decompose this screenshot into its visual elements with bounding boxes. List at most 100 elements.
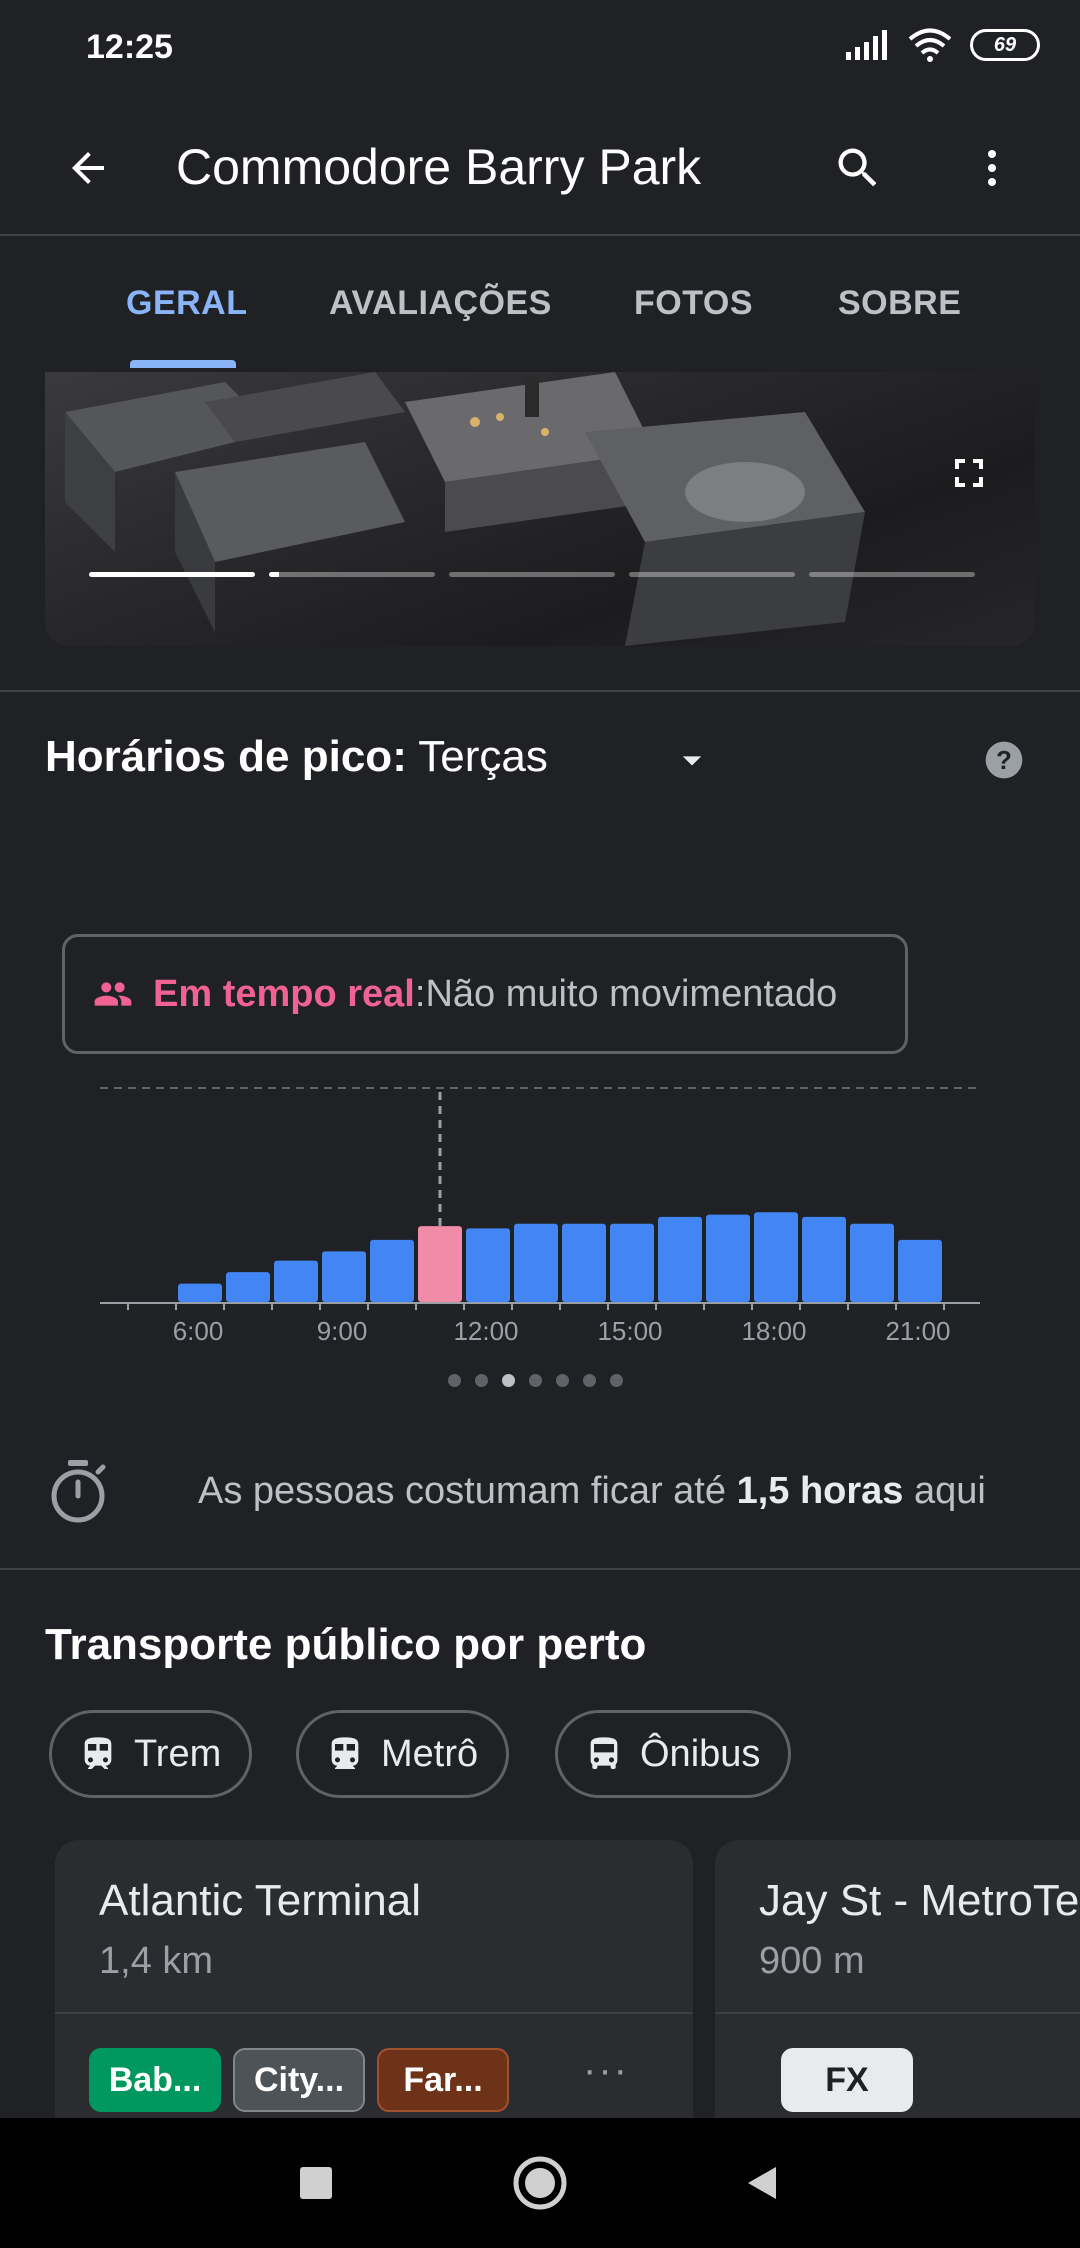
chart-bar[interactable] — [802, 1216, 846, 1302]
place-photo[interactable] — [45, 372, 1035, 646]
chart-bar[interactable] — [898, 1239, 942, 1302]
arrow-back-icon — [72, 152, 104, 184]
chart-bar[interactable] — [562, 1223, 606, 1302]
duration-prefix: As pessoas costumam ficar até — [198, 1470, 737, 1512]
line-badge[interactable]: Bab... — [89, 2048, 221, 2112]
recents-button[interactable] — [276, 2143, 356, 2223]
wifi-icon — [908, 28, 952, 62]
tab-geral[interactable]: GERAL — [126, 238, 248, 368]
search-button[interactable] — [822, 132, 894, 204]
line-badge[interactable]: City... — [233, 2048, 365, 2112]
chart-bar[interactable] — [514, 1223, 558, 1302]
carousel-dot[interactable] — [475, 1374, 488, 1387]
home-button[interactable] — [500, 2143, 580, 2223]
popular-times-chart: 6:00 9:00 12:00 15:00 18:00 21:00 — [79, 1060, 990, 1400]
chart-bar[interactable] — [370, 1239, 414, 1302]
chart-bar[interactable] — [466, 1228, 510, 1302]
photo-page-dot — [89, 572, 255, 577]
chip-trem[interactable]: Trem — [49, 1710, 253, 1798]
tab-fotos[interactable]: FOTOS — [634, 238, 753, 368]
chart-day-indicator — [448, 1374, 623, 1387]
fullscreen-button[interactable] — [933, 437, 1005, 509]
duration-suffix: aqui — [903, 1470, 986, 1512]
arrow-drop-down-icon — [682, 756, 702, 766]
section-divider — [0, 1568, 1080, 1570]
chip-label: Trem — [134, 1732, 222, 1775]
place-title: Commodore Barry Park — [176, 139, 702, 195]
live-value: Não muito movimentado — [425, 972, 838, 1015]
carousel-dot[interactable] — [502, 1374, 515, 1387]
more-options-button[interactable] — [956, 132, 1028, 204]
search-icon — [838, 148, 877, 187]
more-vert-icon — [988, 150, 996, 186]
tab-avaliacoes[interactable]: AVALIAÇÕES — [329, 238, 552, 368]
chart-bar[interactable] — [610, 1223, 654, 1302]
chip-onibus[interactable]: Ônibus — [555, 1710, 792, 1798]
live-label: Em tempo real — [153, 972, 415, 1015]
photo-image — [65, 372, 865, 646]
popular-times-chart-svg: 6:00 9:00 12:00 15:00 18:00 21:00 — [79, 1087, 980, 1346]
recents-icon — [300, 2167, 332, 2199]
chart-bar[interactable] — [226, 1272, 270, 1302]
chart-tick-label: 18:00 — [741, 1316, 806, 1346]
carousel-dot[interactable] — [610, 1374, 623, 1387]
chart-bar[interactable] — [850, 1223, 894, 1302]
app-bar: Commodore Barry Park — [0, 100, 1080, 236]
people-icon — [94, 982, 132, 1006]
carousel-dot[interactable] — [583, 1374, 596, 1387]
photo-page-dot — [269, 572, 435, 577]
back-button[interactable] — [52, 132, 124, 204]
tab-sobre[interactable]: SOBRE — [838, 238, 961, 368]
chart-bar[interactable] — [274, 1260, 318, 1302]
section-divider — [0, 690, 1080, 692]
status-icons: 69 — [846, 28, 1040, 62]
chart-tick-label: 21:00 — [885, 1316, 950, 1346]
chip-label: Metrô — [381, 1732, 479, 1775]
day-dropdown-button[interactable] — [670, 738, 714, 782]
timer-icon — [51, 1460, 106, 1523]
svg-text:?: ? — [996, 747, 1012, 775]
duration-value: 1,5 horas — [736, 1470, 904, 1512]
line-badge[interactable]: Far... — [377, 2048, 509, 2112]
tab-bar: GERAL AVALIAÇÕES FOTOS SOBRE — [0, 238, 1080, 368]
chart-bar-live[interactable] — [418, 1226, 462, 1302]
popular-times-day[interactable]: Terças — [418, 732, 548, 781]
help-button[interactable]: ? — [980, 736, 1028, 784]
back-nav-button[interactable] — [722, 2143, 802, 2223]
more-lines[interactable]: ··· — [583, 2048, 629, 2093]
status-time: 12:25 — [86, 28, 173, 66]
system-nav-bar — [0, 2118, 1080, 2248]
photo-page-dot — [629, 572, 795, 577]
back-triangle-icon — [748, 2167, 776, 2199]
line-badge[interactable]: FX — [781, 2048, 913, 2112]
carousel-dot[interactable] — [529, 1374, 542, 1387]
chart-bar[interactable] — [658, 1216, 702, 1302]
chart-bar[interactable] — [706, 1214, 750, 1302]
station-name: Jay St - MetroTech — [759, 1876, 1080, 1925]
carousel-dot[interactable] — [556, 1374, 569, 1387]
train-icon — [84, 1737, 112, 1769]
live-separator: : — [414, 972, 426, 1015]
chart-tick-label: 6:00 — [173, 1316, 224, 1346]
chart-tick-label: 9:00 — [317, 1316, 368, 1346]
carousel-dot[interactable] — [448, 1374, 461, 1387]
chart-bar[interactable] — [322, 1251, 366, 1302]
card-divider — [55, 2012, 693, 2014]
chip-label: Ônibus — [640, 1732, 761, 1775]
card-divider — [715, 2012, 1080, 2014]
signal-icon — [846, 30, 887, 60]
chart-bar[interactable] — [754, 1212, 798, 1302]
tab-indicator — [130, 360, 236, 368]
battery-icon: 69 — [970, 29, 1040, 61]
visit-duration: As pessoas costumam ficar até 1,5 horas … — [198, 1470, 986, 1513]
chart-bar[interactable] — [178, 1283, 222, 1302]
station-distance: 900 m — [759, 1940, 865, 1982]
chip-metro[interactable]: Metrô — [296, 1710, 510, 1798]
subway-icon — [331, 1737, 359, 1769]
fullscreen-icon — [955, 459, 983, 487]
bus-icon — [590, 1737, 618, 1769]
station-name: Atlantic Terminal — [99, 1876, 421, 1925]
chart-tick-label: 12:00 — [453, 1316, 518, 1346]
home-icon — [513, 2156, 567, 2210]
help-icon: ? — [985, 741, 1023, 779]
